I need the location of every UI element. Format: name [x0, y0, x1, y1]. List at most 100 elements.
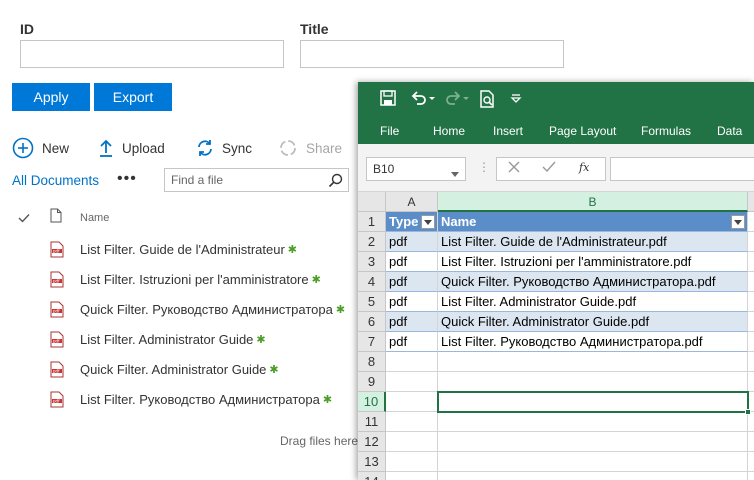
sheet-cell[interactable]: pdf — [386, 292, 438, 312]
name-column-header[interactable]: Name — [80, 212, 109, 224]
sheet-cell[interactable] — [438, 472, 748, 480]
tab-data[interactable]: Data — [717, 124, 742, 138]
file-row[interactable]: pdf List Filter. Administrator Guide ✱ — [50, 328, 266, 350]
customize-toolbar-icon[interactable] — [510, 94, 522, 104]
tab-home[interactable]: Home — [433, 124, 465, 138]
sheet-cell[interactable]: pdf — [386, 332, 438, 352]
file-name-link[interactable]: List Filter. Guide de l'Administrateur — [80, 242, 285, 257]
undo-icon[interactable] — [410, 90, 436, 106]
file-row[interactable]: pdf List Filter. Istruzioni per l'amminis… — [50, 268, 321, 290]
export-button[interactable]: Export — [94, 83, 172, 111]
more-options-button[interactable]: ••• — [117, 170, 137, 188]
row-header-8[interactable]: 8 — [358, 352, 386, 372]
sheet-cell[interactable] — [438, 372, 748, 392]
column-header-a[interactable]: A — [386, 192, 438, 212]
sync-command[interactable]: Sync — [196, 136, 252, 160]
sheet-cell[interactable]: Quick Filter. Administrator Guide.pdf — [438, 312, 748, 332]
new-command[interactable]: New — [12, 136, 69, 160]
file-row[interactable]: pdf List Filter. Руководство Администрато… — [50, 388, 332, 410]
find-file-input[interactable] — [165, 169, 325, 191]
sheet-cell[interactable] — [386, 352, 438, 372]
excel-window[interactable]: File Home Insert Page Layout Formulas Da… — [358, 82, 754, 480]
sheet-cell[interactable] — [748, 232, 754, 252]
sheet-cell[interactable]: List Filter. Administrator Guide.pdf — [438, 292, 748, 312]
sheet-cell[interactable] — [438, 432, 748, 452]
all-documents-view[interactable]: All Documents — [12, 173, 99, 188]
sheet-cell[interactable]: pdf — [386, 252, 438, 272]
redo-icon[interactable] — [444, 90, 470, 106]
sheet-cell[interactable] — [748, 332, 754, 352]
sheet-cell[interactable] — [748, 292, 754, 312]
row-header-4[interactable]: 4 — [358, 272, 386, 292]
file-row[interactable]: pdf Quick Filter. Руководство Администрат… — [50, 298, 345, 320]
sheet-cell[interactable] — [386, 372, 438, 392]
sheet-cell[interactable] — [748, 372, 754, 392]
filter-dropdown-icon[interactable] — [731, 215, 745, 229]
table-header-cell[interactable]: Name — [438, 212, 748, 232]
sheet-cell[interactable] — [438, 412, 748, 432]
row-header-6[interactable]: 6 — [358, 312, 386, 332]
file-name-link[interactable]: List Filter. Istruzioni per l'amministra… — [80, 272, 309, 287]
row-header-5[interactable]: 5 — [358, 292, 386, 312]
sheet-cell[interactable]: Quick Filter. Руководство Администратора… — [438, 272, 748, 292]
sheet-cell[interactable]: pdf — [386, 272, 438, 292]
row-header-3[interactable]: 3 — [358, 252, 386, 272]
row-header-1[interactable]: 1 — [358, 212, 386, 232]
tab-insert[interactable]: Insert — [493, 124, 523, 138]
cancel-entry-icon[interactable] — [508, 160, 520, 178]
fill-handle[interactable] — [745, 409, 751, 415]
sheet-cell[interactable]: pdf — [386, 312, 438, 332]
sheet-cell[interactable] — [748, 412, 754, 432]
column-header-c[interactable]: C — [748, 192, 754, 212]
file-name-link[interactable]: Quick Filter. Administrator Guide — [80, 362, 266, 377]
find-file-box[interactable] — [164, 168, 349, 192]
sheet-cell[interactable] — [748, 472, 754, 480]
sheet-cell[interactable] — [748, 352, 754, 372]
id-input[interactable] — [20, 40, 284, 68]
row-header-10[interactable]: 10 — [358, 392, 386, 412]
active-cell-b10[interactable] — [437, 391, 749, 413]
row-header-9[interactable]: 9 — [358, 372, 386, 392]
filter-dropdown-icon[interactable] — [421, 215, 435, 229]
title-input[interactable] — [300, 40, 564, 68]
file-name-link[interactable]: List Filter. Administrator Guide — [80, 332, 253, 347]
file-name-link[interactable]: List Filter. Руководство Администратора — [80, 392, 320, 407]
chevron-down-icon[interactable] — [451, 166, 459, 180]
row-header-2[interactable]: 2 — [358, 232, 386, 252]
sheet-cell[interactable]: List Filter. Guide de l'Administrateur.p… — [438, 232, 748, 252]
sheet-cell[interactable] — [386, 432, 438, 452]
sheet-cell[interactable]: List Filter. Руководство Администратора.… — [438, 332, 748, 352]
sheet-cell[interactable] — [748, 432, 754, 452]
upload-command[interactable]: Upload — [98, 136, 165, 160]
sheet-cell[interactable] — [748, 452, 754, 472]
sheet-cell[interactable] — [748, 212, 754, 232]
sheet-cell[interactable] — [386, 452, 438, 472]
row-header-7[interactable]: 7 — [358, 332, 386, 352]
insert-function-icon[interactable]: fx — [578, 160, 594, 179]
tab-formulas[interactable]: Formulas — [641, 124, 691, 138]
file-row[interactable]: pdf List Filter. Guide de l'Administrateu… — [50, 238, 297, 260]
tab-page-layout[interactable]: Page Layout — [549, 124, 616, 138]
file-row[interactable]: pdf Quick Filter. Administrator Guide ✱ — [50, 358, 279, 380]
sheet-cell[interactable] — [386, 412, 438, 432]
tab-file[interactable]: File — [380, 124, 399, 138]
print-preview-icon[interactable] — [480, 90, 496, 108]
sheet-cell[interactable] — [386, 392, 438, 412]
select-all-corner[interactable] — [358, 192, 386, 212]
select-all-check-icon[interactable] — [18, 210, 30, 228]
row-header-13[interactable]: 13 — [358, 452, 386, 472]
name-box[interactable]: B10 — [366, 157, 466, 181]
confirm-entry-icon[interactable] — [542, 160, 556, 178]
sheet-cell[interactable] — [438, 352, 748, 372]
sheet-cell[interactable] — [748, 272, 754, 292]
sheet-cell[interactable] — [748, 252, 754, 272]
share-command[interactable]: Share — [278, 136, 342, 160]
file-name-link[interactable]: Quick Filter. Руководство Администратора — [80, 302, 333, 317]
row-header-11[interactable]: 11 — [358, 412, 386, 432]
search-icon[interactable] — [328, 173, 343, 193]
table-header-cell[interactable]: Type — [386, 212, 438, 232]
sheet-cell[interactable]: pdf — [386, 232, 438, 252]
row-header-14[interactable]: 14 — [358, 472, 386, 480]
sheet-cell[interactable] — [748, 312, 754, 332]
formula-input[interactable] — [610, 157, 754, 181]
